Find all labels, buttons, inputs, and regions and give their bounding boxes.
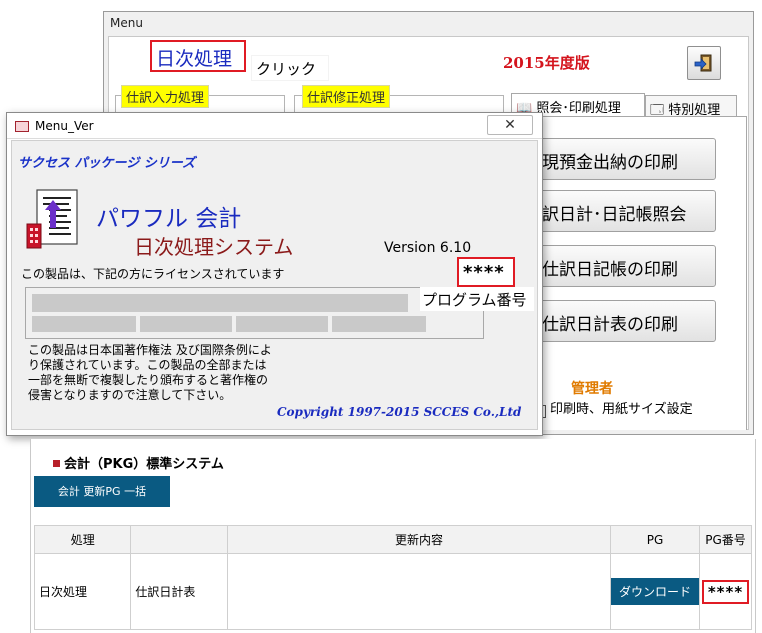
table-row: 日次処理 仕訳日計表 ダウンロード **** bbox=[33, 553, 752, 630]
close-button[interactable]: ✕ bbox=[487, 115, 533, 135]
program-number-label: プログラム番号 bbox=[420, 287, 534, 311]
series-label: サクセス パッケージ シリーズ bbox=[18, 156, 196, 171]
entry-group-label: 仕訳入力処理 bbox=[121, 85, 210, 108]
pkg-title: 会計（PKG）標準システム bbox=[53, 453, 224, 472]
paper-size-option[interactable]: ✓印刷時、用紙サイズ設定 bbox=[533, 398, 693, 418]
program-number-value: **** bbox=[463, 262, 505, 283]
cell-pg: ダウンロード bbox=[609, 553, 701, 630]
bulk-update-button[interactable]: 会計 更新PG 一括 bbox=[34, 476, 170, 507]
daily-processing-highlight[interactable]: 日次処理 bbox=[150, 40, 246, 72]
about-body: サクセス パッケージ シリーズ パワフル 会計 日次処理システム Version… bbox=[11, 140, 538, 430]
update-table: 処理 更新内容 PG PG番号 日次処理 仕訳日計表 ダウンロード **** bbox=[33, 525, 752, 630]
journal-inquiry-button[interactable]: 訳日計･日記帳照会 bbox=[538, 190, 716, 232]
form-icon bbox=[15, 121, 29, 132]
licensee-redacted bbox=[140, 316, 232, 332]
fiscal-edition-label: 2015年度版 bbox=[503, 54, 590, 72]
pkg-title-text: 会計（PKG）標準システム bbox=[64, 457, 224, 472]
click-hint: クリック bbox=[252, 56, 328, 80]
product-name: パワフル 会計 bbox=[96, 206, 242, 232]
cell-pg-number: **** bbox=[699, 553, 752, 630]
exit-door-icon bbox=[694, 54, 712, 72]
licensee-redacted bbox=[332, 316, 426, 332]
header-pg: PG bbox=[609, 525, 701, 554]
header-process: 処理 bbox=[33, 525, 132, 554]
journal-print-button[interactable]: 仕訳日記帳の印刷 bbox=[538, 245, 716, 287]
product-logo-icon bbox=[23, 188, 89, 252]
licensee-redacted bbox=[236, 316, 328, 332]
cell-item: 仕訳日計表 bbox=[130, 553, 228, 630]
pg-number-value: **** bbox=[701, 579, 750, 604]
cell-process: 日次処理 bbox=[33, 553, 132, 630]
about-dialog: Menu_Ver ✕ サクセス パッケージ シリーズ パワフル 会計 日次処理シ… bbox=[6, 112, 543, 436]
licensee-redacted bbox=[32, 294, 408, 312]
paper-size-label: 印刷時、用紙サイズ設定 bbox=[550, 402, 693, 417]
admin-label: 管理者 bbox=[571, 381, 613, 397]
program-number-highlight: **** bbox=[457, 257, 515, 287]
about-titlebar: Menu_Ver bbox=[7, 113, 542, 139]
licensee-frame bbox=[25, 287, 484, 339]
header-item bbox=[130, 525, 228, 554]
licensee-redacted bbox=[32, 316, 136, 332]
cash-ledger-print-button[interactable]: 現預金出納の印刷 bbox=[538, 138, 716, 180]
header-content: 更新内容 bbox=[226, 525, 612, 554]
copyright-notice: この製品は日本国著作権法 及び国際条例により保護されています。この製品の全部また… bbox=[28, 343, 272, 402]
menu-titlebar: Menu bbox=[104, 12, 753, 36]
download-button[interactable]: ダウンロード bbox=[611, 578, 700, 605]
license-label: この製品は、下記の方にライセンスされています bbox=[21, 267, 285, 281]
tab-special[interactable]: 🗔 特別処理 bbox=[645, 95, 737, 118]
exit-button[interactable] bbox=[687, 46, 721, 80]
square-bullet-icon bbox=[53, 460, 60, 467]
daily-summary-print-button[interactable]: 仕訳日計表の印刷 bbox=[538, 300, 716, 342]
tab-label: 照会･印刷処理 bbox=[536, 101, 621, 116]
pkg-panel: 会計（PKG）標準システム 会計 更新PG 一括 処理 更新内容 PG PG番号… bbox=[30, 439, 756, 633]
cell-content bbox=[226, 553, 612, 630]
version-label: Version 6.10 bbox=[384, 240, 472, 256]
table-header-row: 処理 更新内容 PG PG番号 bbox=[33, 525, 752, 554]
copyright-line: Copyright 1997-2015 SCCES Co.,Ltd bbox=[277, 405, 522, 419]
header-pg-number: PG番号 bbox=[699, 525, 752, 554]
revise-group-label: 仕訳修正処理 bbox=[302, 85, 391, 108]
system-name: 日次処理システム bbox=[134, 235, 294, 259]
daily-processing-title: 日次処理 bbox=[156, 48, 233, 70]
